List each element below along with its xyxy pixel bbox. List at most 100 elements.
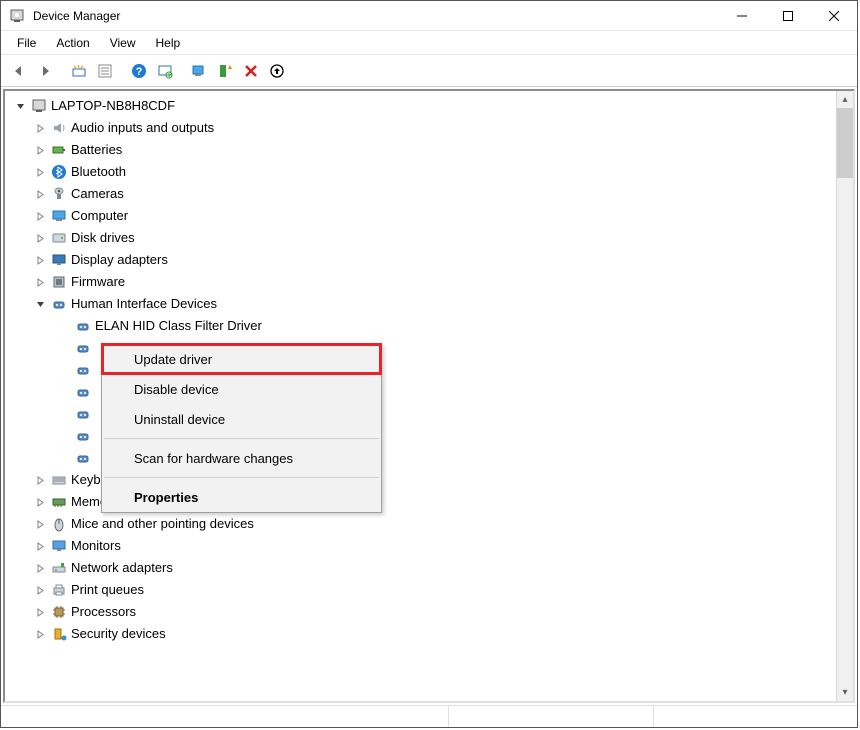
context-disable-device[interactable]: Disable device [102,374,381,404]
camera-icon [51,186,67,202]
context-separator [104,477,379,478]
forward-button[interactable] [33,59,57,83]
chevron-right-icon[interactable] [33,539,47,553]
tree-category-node[interactable]: Display adapters [9,249,853,271]
menu-view[interactable]: View [100,33,146,53]
chevron-right-icon[interactable] [33,627,47,641]
cpu-icon [51,604,67,620]
tree-category-node[interactable]: Batteries [9,139,853,161]
scan-hardware-button[interactable] [153,59,177,83]
chevron-down-icon[interactable] [33,297,47,311]
chevron-right-icon[interactable] [33,187,47,201]
chevron-right-icon[interactable] [33,495,47,509]
back-button[interactable] [7,59,31,83]
hid-icon [75,428,91,444]
menu-action[interactable]: Action [46,33,99,53]
context-uninstall-device[interactable]: Uninstall device [102,404,381,434]
tree-category-node[interactable]: Disk drives [9,227,853,249]
firmware-icon [51,274,67,290]
chevron-right-icon[interactable] [33,517,47,531]
tree-node-label: Bluetooth [71,161,126,183]
tree-category-node[interactable]: Cameras [9,183,853,205]
tree-category-node[interactable]: Processors [9,601,853,623]
disk-icon [51,230,67,246]
chevron-right-icon[interactable] [33,209,47,223]
chevron-right-icon[interactable] [33,561,47,575]
minimize-button[interactable] [719,1,765,31]
hid-icon [51,296,67,312]
chevron-right-icon[interactable] [33,231,47,245]
tree-node-label: Batteries [71,139,122,161]
svg-text:?: ? [136,66,143,78]
scroll-down-icon[interactable]: ▾ [837,684,853,701]
add-legacy-button[interactable] [265,59,289,83]
context-scan-hardware[interactable]: Scan for hardware changes [102,443,381,473]
display-icon [51,252,67,268]
show-hidden-button[interactable] [67,59,91,83]
tree-node-label: Monitors [71,535,121,557]
chevron-right-icon[interactable] [33,253,47,267]
no-expand [57,319,71,333]
tree-root-node[interactable]: LAPTOP-NB8H8CDF [9,95,853,117]
tree-node-label: Display adapters [71,249,168,271]
status-bar [1,705,857,727]
tree-category-node[interactable]: Monitors [9,535,853,557]
update-driver-button[interactable] [213,59,237,83]
tree-device-node[interactable]: ELAN HID Class Filter Driver [9,315,853,337]
help-button[interactable]: ? [127,59,151,83]
context-update-driver[interactable]: Update driver [102,344,381,374]
tree-category-node[interactable]: Security devices [9,623,853,645]
network-icon [51,560,67,576]
tree-category-node[interactable]: Network adapters [9,557,853,579]
no-expand [57,363,71,377]
menu-help[interactable]: Help [146,33,191,53]
enable-device-button[interactable] [187,59,211,83]
chevron-right-icon[interactable] [33,143,47,157]
printer-icon [51,582,67,598]
menu-file[interactable]: File [7,33,46,53]
hid-icon [75,340,91,356]
status-cell [1,706,448,727]
context-properties[interactable]: Properties [102,482,381,512]
scroll-thumb[interactable] [837,108,853,178]
memory-icon [51,494,67,510]
chevron-down-icon[interactable] [13,99,27,113]
tree-category-node[interactable]: Computer [9,205,853,227]
tree-category-node[interactable]: Bluetooth [9,161,853,183]
hid-icon [75,362,91,378]
hid-icon [75,406,91,422]
tree-category-node[interactable]: Human Interface Devices [9,293,853,315]
tree-node-label: Audio inputs and outputs [71,117,214,139]
chevron-right-icon[interactable] [33,583,47,597]
chevron-right-icon[interactable] [33,121,47,135]
keyboard-icon [51,472,67,488]
chevron-right-icon[interactable] [33,473,47,487]
tree-category-node[interactable]: Firmware [9,271,853,293]
no-expand [57,407,71,421]
menu-bar: File Action View Help [1,31,857,55]
status-cell [448,706,652,727]
tree-node-label: Cameras [71,183,124,205]
hid-icon [75,318,91,334]
chevron-right-icon[interactable] [33,605,47,619]
tree-node-label: Print queues [71,579,144,601]
tree-category-node[interactable]: Audio inputs and outputs [9,117,853,139]
context-separator [104,438,379,439]
vertical-scrollbar[interactable]: ▴ ▾ [836,91,853,701]
tree-node-label: Firmware [71,271,125,293]
chevron-right-icon[interactable] [33,275,47,289]
hid-icon [75,384,91,400]
uninstall-device-button[interactable] [239,59,263,83]
battery-icon [51,142,67,158]
context-menu: Update driver Disable device Uninstall d… [101,343,382,513]
chevron-right-icon[interactable] [33,165,47,179]
tree-category-node[interactable]: Print queues [9,579,853,601]
window-title: Device Manager [33,9,120,23]
tree-category-node[interactable]: Mice and other pointing devices [9,513,853,535]
bluetooth-icon [51,164,67,180]
properties-button[interactable] [93,59,117,83]
maximize-button[interactable] [765,1,811,31]
scroll-up-icon[interactable]: ▴ [837,91,853,108]
close-button[interactable] [811,1,857,31]
monitor-icon [51,538,67,554]
